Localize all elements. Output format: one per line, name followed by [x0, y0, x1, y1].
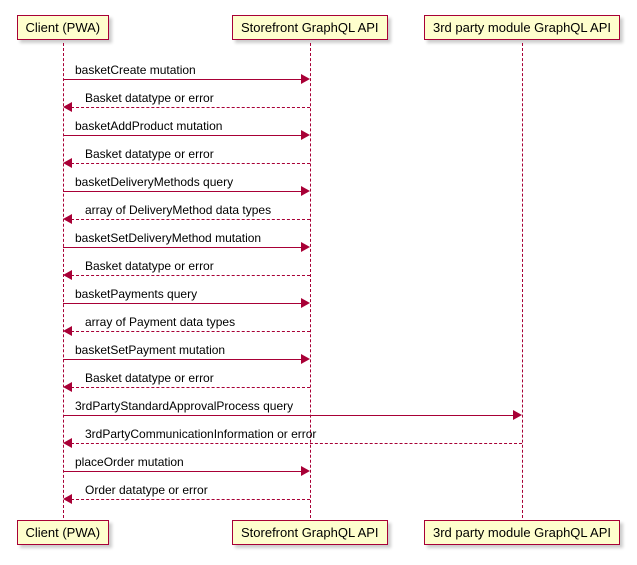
message-arrow	[63, 135, 302, 136]
participant-storefront: Storefront GraphQL API	[232, 520, 388, 545]
arrow-left-icon	[63, 382, 72, 392]
message-arrow	[63, 415, 514, 416]
arrow-left-icon	[63, 102, 72, 112]
arrow-right-icon	[301, 186, 310, 196]
message-arrow	[71, 219, 310, 220]
message-arrow	[71, 107, 310, 108]
message-arrow	[71, 443, 522, 444]
message-arrow	[71, 163, 310, 164]
message-arrow	[71, 387, 310, 388]
message-label: placeOrder mutation	[75, 455, 184, 469]
arrow-left-icon	[63, 270, 72, 280]
message-label: Order datatype or error	[85, 483, 208, 497]
sequence-diagram: Client (PWA) Storefront GraphQL API 3rd pa…	[10, 10, 630, 555]
message-arrow	[71, 275, 310, 276]
arrow-left-icon	[63, 494, 72, 504]
arrow-right-icon	[513, 410, 522, 420]
message-label: Basket datatype or error	[85, 259, 214, 273]
arrow-right-icon	[301, 354, 310, 364]
participant-client: Client (PWA)	[17, 15, 110, 40]
message-arrow	[63, 471, 302, 472]
arrow-right-icon	[301, 298, 310, 308]
message-arrow	[71, 499, 310, 500]
arrow-left-icon	[63, 158, 72, 168]
arrow-right-icon	[301, 242, 310, 252]
participant-storefront: Storefront GraphQL API	[232, 15, 388, 40]
message-label: Basket datatype or error	[85, 371, 214, 385]
message-label: Basket datatype or error	[85, 91, 214, 105]
arrow-left-icon	[63, 438, 72, 448]
message-label: array of DeliveryMethod data types	[85, 203, 271, 217]
participant-client: Client (PWA)	[17, 520, 110, 545]
message-arrow	[71, 331, 310, 332]
arrow-left-icon	[63, 214, 72, 224]
arrow-left-icon	[63, 326, 72, 336]
message-arrow	[63, 359, 302, 360]
participant-thirdparty: 3rd party module GraphQL API	[424, 15, 620, 40]
message-arrow	[63, 247, 302, 248]
message-label: Basket datatype or error	[85, 147, 214, 161]
message-label: 3rdPartyCommunicationInformation or erro…	[85, 427, 316, 441]
arrow-right-icon	[301, 466, 310, 476]
message-label: 3rdPartyStandardApprovalProcess query	[75, 399, 293, 413]
message-arrow	[63, 191, 302, 192]
message-label: basketDeliveryMethods query	[75, 175, 233, 189]
message-label: basketSetPayment mutation	[75, 343, 225, 357]
arrow-right-icon	[301, 130, 310, 140]
message-label: basketSetDeliveryMethod mutation	[75, 231, 261, 245]
message-arrow	[63, 303, 302, 304]
lifeline-thirdparty	[522, 43, 523, 518]
message-label: array of Payment data types	[85, 315, 235, 329]
arrow-right-icon	[301, 74, 310, 84]
message-arrow	[63, 79, 302, 80]
participant-thirdparty: 3rd party module GraphQL API	[424, 520, 620, 545]
message-label: basketAddProduct mutation	[75, 119, 222, 133]
lifeline-storefront	[310, 43, 311, 518]
message-label: basketCreate mutation	[75, 63, 196, 77]
message-label: basketPayments query	[75, 287, 197, 301]
